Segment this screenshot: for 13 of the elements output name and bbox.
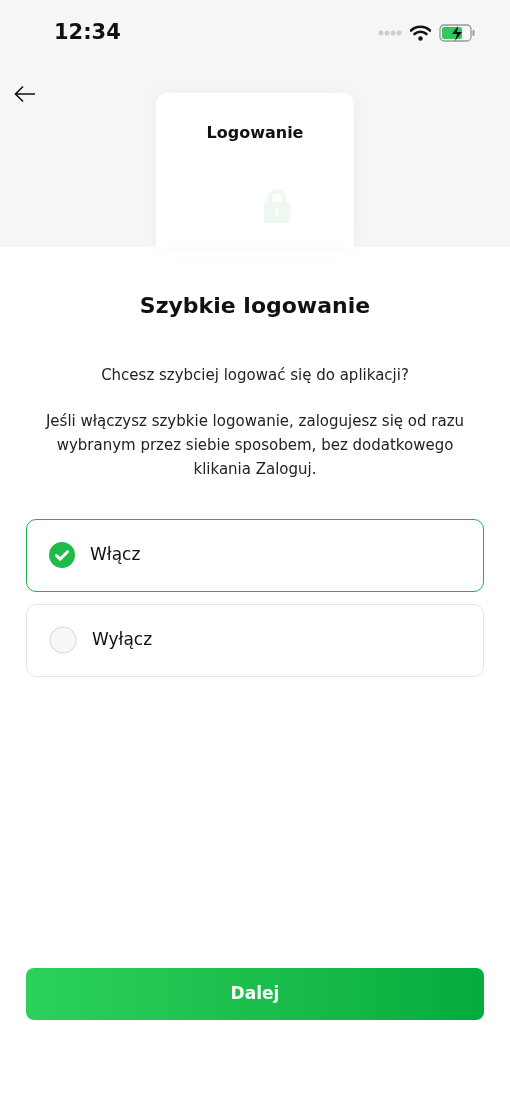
- status-time: 12:34: [54, 18, 121, 46]
- battery-charging-icon: [439, 23, 476, 42]
- option-card[interactable]: Wyłącz: [26, 603, 484, 677]
- option-label: Włącz: [90, 543, 141, 567]
- wifi-icon: [410, 24, 431, 41]
- signal-dots-icon: [378, 29, 402, 36]
- card-title: Logowanie: [206, 122, 304, 144]
- question-text: Chcesz szybciej logować się do aplikacji?: [100, 365, 410, 386]
- option-card[interactable]: Włącz: [26, 518, 484, 592]
- page-title: Szybkie logowanie: [138, 292, 372, 320]
- option-label: Wyłącz: [92, 628, 153, 652]
- description-text: Jeśli włączysz szybkie logowanie, zalogujesz się od razu wybranym przez siebie sposobem, bez dodatkowego klikania Zaloguj.: [44, 410, 466, 480]
- back-arrow-icon: [14, 85, 36, 103]
